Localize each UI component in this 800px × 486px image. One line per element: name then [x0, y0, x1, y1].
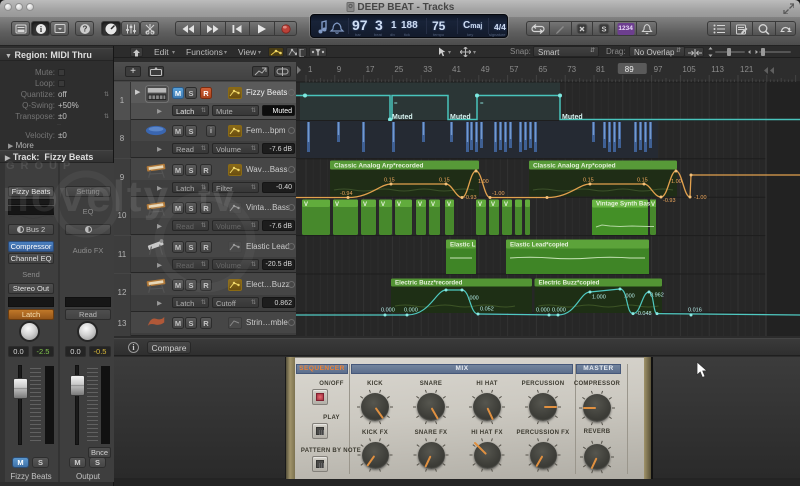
svg-text:0.000: 0.000 [381, 308, 395, 314]
svg-text:-0.94: -0.94 [340, 191, 353, 197]
svg-text:121: 121 [740, 65, 754, 74]
svg-text:-0.93: -0.93 [464, 195, 477, 201]
svg-text:V: V [335, 202, 339, 208]
svg-text:1: 1 [308, 65, 313, 74]
svg-text:V: V [363, 202, 367, 208]
svg-text:Classic Analog Arp*copied: Classic Analog Arp*copied [533, 163, 616, 170]
svg-text:97: 97 [654, 65, 663, 74]
svg-text:Elastic Lead*copied: Elastic Lead*copied [510, 242, 569, 249]
svg-text:V: V [431, 202, 435, 208]
svg-text:-1.00: -1.00 [492, 191, 505, 197]
svg-text:0.15: 0.15 [439, 178, 450, 184]
svg-text:Electric Buzz*recorded: Electric Buzz*recorded [395, 280, 463, 287]
svg-text:=: = [480, 101, 484, 107]
svg-text:65: 65 [538, 65, 547, 74]
svg-text:49: 49 [481, 65, 490, 74]
svg-text:V: V [504, 202, 508, 208]
svg-text:V: V [447, 202, 451, 208]
svg-text:113: 113 [711, 65, 724, 74]
svg-text:V: V [478, 202, 482, 208]
svg-text:V: V [418, 202, 422, 208]
svg-text:-0.93: -0.93 [663, 198, 676, 204]
svg-text:33: 33 [423, 65, 432, 74]
svg-text:V: V [304, 202, 308, 208]
svg-text:89: 89 [625, 65, 634, 74]
svg-text:V: V [491, 202, 495, 208]
svg-text:Muted: Muted [562, 114, 583, 121]
svg-text:Muted: Muted [450, 114, 471, 121]
svg-text:Vintage Synth Bass: Vintage Synth Bass [596, 201, 654, 208]
svg-text:Classic Analog Arp*recorded: Classic Analog Arp*recorded [334, 163, 423, 170]
svg-text:1.000: 1.000 [592, 295, 606, 301]
svg-text:-1.00: -1.00 [694, 195, 707, 201]
svg-text:9: 9 [337, 65, 342, 74]
svg-text:S: S [601, 24, 606, 33]
svg-text:0.000: 0.000 [404, 308, 418, 314]
svg-text:V: V [381, 202, 385, 208]
svg-text:73: 73 [567, 65, 576, 74]
svg-text:V: V [397, 202, 401, 208]
svg-text:41: 41 [452, 65, 461, 74]
svg-text:0.052: 0.052 [480, 307, 494, 313]
svg-text:Muted: Muted [392, 114, 413, 121]
svg-text:.000: .000 [468, 296, 479, 302]
svg-text:81: 81 [596, 65, 605, 74]
svg-text:-0.048: -0.048 [636, 311, 652, 317]
svg-text:17: 17 [366, 65, 375, 74]
svg-text:1.00: 1.00 [478, 179, 489, 185]
svg-text:V: V [651, 202, 655, 208]
svg-text:1.00: 1.00 [671, 179, 682, 185]
svg-text:0.962: 0.962 [650, 293, 664, 299]
svg-text:0.000: 0.000 [536, 308, 550, 314]
svg-text:Elastic L: Elastic L [450, 242, 476, 249]
svg-text:0.016: 0.016 [688, 308, 702, 314]
svg-text:25: 25 [394, 65, 403, 74]
svg-text:105: 105 [682, 65, 696, 74]
svg-text:0.000: 0.000 [552, 308, 566, 314]
svg-text:=: = [394, 101, 398, 107]
svg-text:?: ? [82, 24, 87, 33]
svg-text:.000: .000 [624, 294, 635, 300]
svg-text:0.15: 0.15 [583, 178, 594, 184]
svg-text:0.15: 0.15 [637, 178, 648, 184]
svg-text:57: 57 [510, 65, 519, 74]
svg-text:0.15: 0.15 [384, 178, 395, 184]
svg-text:Electric Buzz*copied: Electric Buzz*copied [539, 280, 600, 287]
